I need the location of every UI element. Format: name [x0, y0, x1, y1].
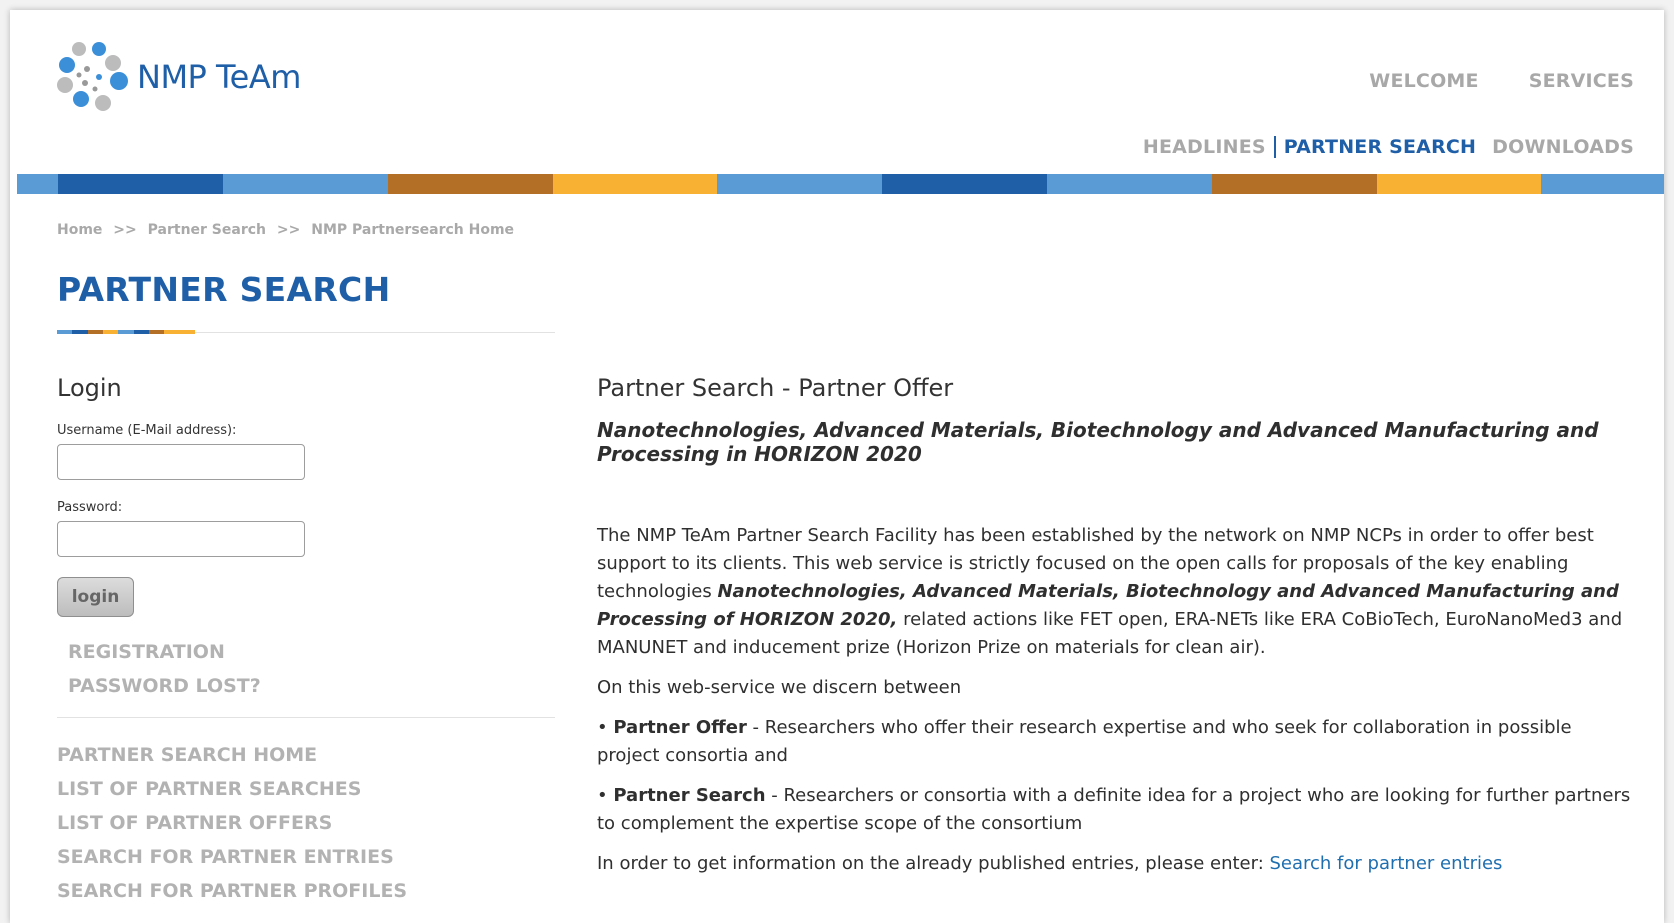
entries-text: In order to get information on the alrea… — [597, 853, 1270, 874]
sidebar-item-list-partner-searches[interactable]: LIST OF PARTNER SEARCHES — [57, 778, 557, 800]
breadcrumb-partner-search[interactable]: Partner Search — [148, 222, 266, 238]
partner-offer-item: • Partner Offer - Researchers who offer … — [597, 714, 1637, 770]
page-title: PARTNER SEARCH — [57, 270, 391, 309]
page: NMP TeAm WELCOME SERVICES HEADLINES PART… — [10, 10, 1664, 923]
sidebar-item-search-partner-entries[interactable]: SEARCH FOR PARTNER ENTRIES — [57, 846, 557, 868]
nav-partner-search[interactable]: PARTNER SEARCH — [1273, 136, 1484, 158]
decorative-color-bar — [17, 174, 1664, 194]
discern-paragraph: On this web-service we discern between — [597, 677, 962, 698]
password-label: Password: — [57, 500, 123, 515]
breadcrumb-separator: >> — [113, 222, 137, 238]
sidebar-item-partner-search-home[interactable]: PARTNER SEARCH HOME — [57, 744, 557, 766]
nav-services[interactable]: SERVICES — [1529, 70, 1634, 92]
login-heading: Login — [57, 374, 122, 402]
logo-text: NMP TeAm — [137, 58, 301, 96]
logo[interactable]: NMP TeAm — [55, 32, 325, 122]
sidebar-item-search-partner-profiles[interactable]: SEARCH FOR PARTNER PROFILES — [57, 880, 557, 902]
content-heading: Partner Search - Partner Offer — [597, 374, 954, 402]
breadcrumb: Home >> Partner Search >> NMP Partnersea… — [57, 222, 520, 238]
password-input[interactable] — [57, 521, 305, 557]
bullet: • — [597, 785, 614, 806]
username-input[interactable] — [57, 444, 305, 480]
nav-welcome[interactable]: WELCOME — [1369, 70, 1478, 92]
username-label: Username (E-Mail address): — [57, 423, 237, 438]
partner-search-menu: PARTNER SEARCH HOME LIST OF PARTNER SEAR… — [57, 744, 557, 902]
logo-mark-icon — [57, 42, 128, 111]
partner-search-term: Partner Search — [613, 785, 766, 806]
main-content: Partner Search - Partner Offer Nanotechn… — [597, 374, 1637, 878]
partner-search-item: • Partner Search - Researchers or consor… — [597, 782, 1637, 838]
sub-navigation: HEADLINES PARTNER SEARCH DOWNLOADS — [1135, 136, 1634, 158]
breadcrumb-separator: >> — [276, 222, 301, 238]
entries-paragraph: In order to get information on the alrea… — [597, 850, 1637, 878]
partner-offer-term: Partner Offer — [613, 717, 747, 738]
breadcrumb-current[interactable]: NMP Partnersearch Home — [311, 222, 514, 238]
search-partner-entries-link[interactable]: Search for partner entries — [1269, 853, 1502, 874]
nav-downloads[interactable]: DOWNLOADS — [1484, 136, 1634, 158]
nav-headlines[interactable]: HEADLINES — [1135, 136, 1274, 158]
sidebar-item-list-partner-offers[interactable]: LIST OF PARTNER OFFERS — [57, 812, 557, 834]
title-accent-bar — [57, 330, 195, 334]
login-button[interactable]: login — [57, 577, 134, 617]
intro-paragraph: The NMP TeAm Partner Search Facility has… — [597, 522, 1637, 662]
password-lost-link[interactable]: PASSWORD LOST? — [68, 675, 557, 697]
sidebar-divider — [57, 717, 555, 718]
content-subtitle: Nanotechnologies, Advanced Materials, Bi… — [597, 418, 1599, 466]
account-links: REGISTRATION PASSWORD LOST? — [57, 641, 557, 697]
registration-link[interactable]: REGISTRATION — [68, 641, 557, 663]
breadcrumb-home[interactable]: Home — [57, 222, 102, 238]
bullet: • — [597, 717, 614, 738]
top-navigation: WELCOME SERVICES — [1369, 70, 1634, 92]
login-sidebar: Login Username (E-Mail address): Passwor… — [57, 374, 557, 914]
